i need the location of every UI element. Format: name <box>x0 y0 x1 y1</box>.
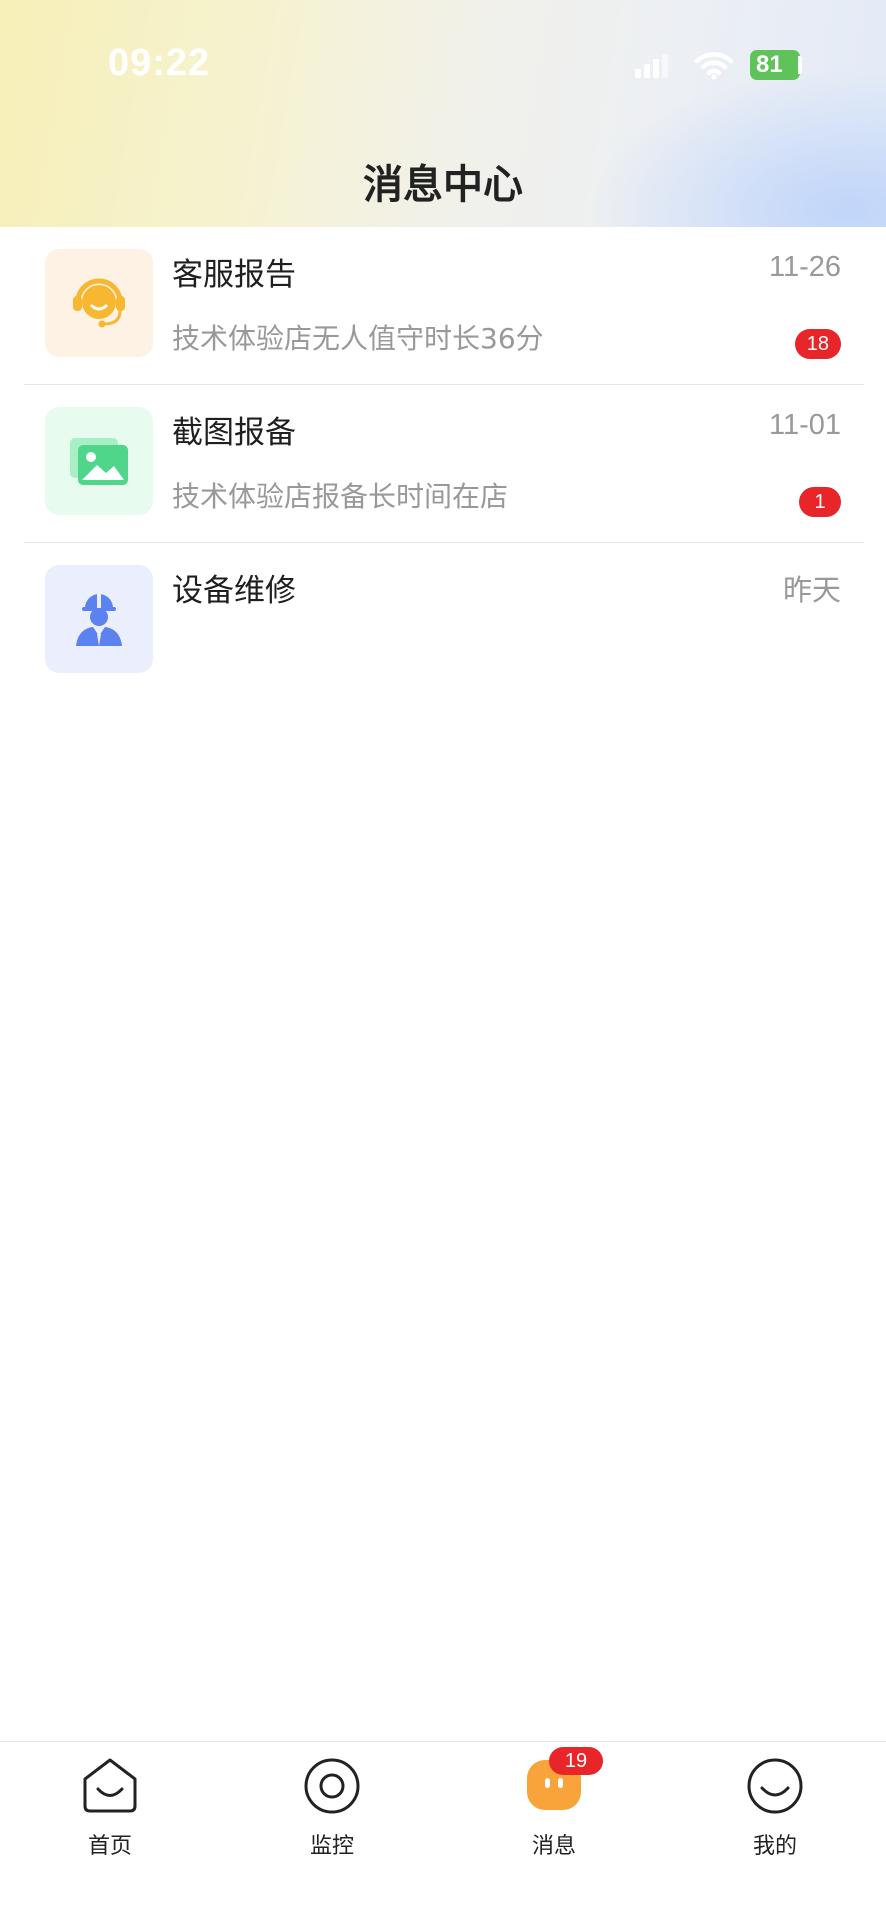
repair-worker-icon <box>45 565 153 673</box>
unread-badge: 1 <box>799 487 841 517</box>
status-time: 09:22 <box>108 42 211 84</box>
message-row-screenshot-report[interactable]: 截图报备 11-01 技术体验店报备长时间在店 1 <box>0 385 886 543</box>
bottom-tab-bar: 首页 监控 消息 我的 <box>0 1741 886 1921</box>
monitor-icon <box>304 1758 360 1814</box>
unread-badge: 18 <box>794 329 841 359</box>
message-time: 昨天 <box>782 575 841 607</box>
message-row-service-report[interactable]: 客服报告 11-26 技术体验店无人值守时长36分 18 <box>0 227 886 385</box>
page-title: 消息中心 <box>363 162 523 208</box>
message-time: 11-26 <box>768 251 841 283</box>
tab-profile[interactable]: 我的 <box>715 1756 835 1866</box>
status-bar: 09:22 81 <box>0 0 886 130</box>
message-row-equipment-repair[interactable]: 设备维修 昨天 <box>0 543 886 701</box>
tab-label: 消息 <box>531 1834 576 1859</box>
battery-cap <box>798 56 802 74</box>
tab-label: 首页 <box>87 1834 132 1859</box>
battery-indicator: 81 <box>750 50 800 80</box>
message-title: 截图报备 <box>172 415 296 451</box>
tab-home[interactable]: 首页 <box>50 1756 170 1866</box>
picture-gallery-icon <box>45 407 153 515</box>
wifi-icon <box>694 52 734 80</box>
message-preview: 技术体验店无人值守时长36分 <box>172 322 544 355</box>
home-icon <box>83 1758 137 1813</box>
message-time: 11-01 <box>768 409 841 441</box>
tab-label: 我的 <box>752 1834 797 1859</box>
cellular-signal-icon <box>635 54 668 78</box>
message-list: 客服报告 11-26 技术体验店无人值守时长36分 18 截图报备 11-01 … <box>0 227 886 701</box>
tab-label: 监控 <box>309 1834 354 1859</box>
message-title: 设备维修 <box>172 573 296 609</box>
headset-agent-icon <box>45 249 153 357</box>
profile-icon <box>747 1758 803 1814</box>
tab-monitor[interactable]: 监控 <box>272 1756 392 1866</box>
message-title: 客服报告 <box>172 257 296 293</box>
tab-messages-badge: 19 <box>549 1747 603 1775</box>
header: 09:22 81 消息中心 <box>0 0 886 227</box>
message-preview: 技术体验店报备长时间在店 <box>172 480 509 513</box>
